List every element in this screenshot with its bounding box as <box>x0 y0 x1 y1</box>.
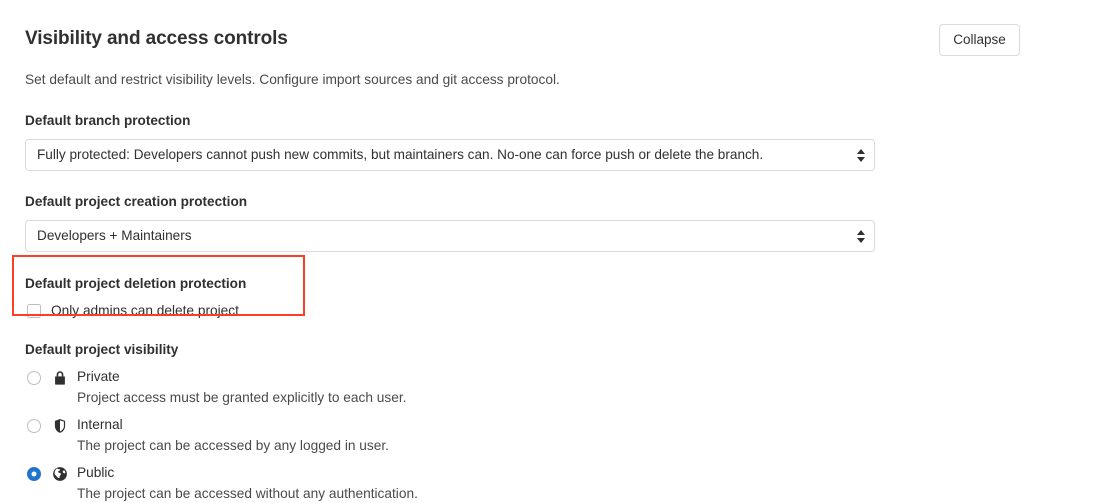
field-deletion-protection: Default project deletion protection Only… <box>25 275 1093 320</box>
private-title: Private <box>77 368 406 386</box>
public-title: Public <box>77 464 418 482</box>
creation-protection-select-wrap: Developers + Maintainers <box>25 220 875 252</box>
branch-protection-select-wrap: Fully protected: Developers cannot push … <box>25 139 875 171</box>
internal-title: Internal <box>77 416 389 434</box>
field-project-visibility: Default project visibility Private Proje… <box>25 341 1093 503</box>
page-title: Visibility and access controls <box>25 22 1093 52</box>
branch-protection-label: Default branch protection <box>25 112 1093 130</box>
private-texts: Private Project access must be granted e… <box>77 368 406 407</box>
lock-icon <box>52 370 68 386</box>
radio-public[interactable] <box>27 467 41 481</box>
internal-texts: Internal The project can be accessed by … <box>77 416 389 455</box>
only-admins-delete-checkbox[interactable] <box>27 304 41 318</box>
only-admins-delete-label: Only admins can delete project <box>51 302 239 320</box>
field-creation-protection: Default project creation protection Deve… <box>25 193 1093 252</box>
panel-header: Visibility and access controls Collapse <box>25 22 1093 62</box>
public-description: The project can be accessed without any … <box>77 484 418 503</box>
deletion-protection-label: Default project deletion protection <box>25 275 1093 293</box>
collapse-button[interactable]: Collapse <box>939 24 1020 56</box>
panel-subtitle: Set default and restrict visibility leve… <box>25 70 1093 90</box>
creation-protection-label: Default project creation protection <box>25 193 1093 211</box>
deletion-protection-checkbox-row[interactable]: Only admins can delete project <box>25 302 1093 320</box>
radio-internal[interactable] <box>27 419 41 433</box>
shield-icon <box>52 418 68 434</box>
creation-protection-select[interactable]: Developers + Maintainers <box>25 220 875 252</box>
public-texts: Public The project can be accessed witho… <box>77 464 418 503</box>
field-branch-protection: Default branch protection Fully protecte… <box>25 112 1093 171</box>
branch-protection-select[interactable]: Fully protected: Developers cannot push … <box>25 139 875 171</box>
visibility-access-controls-panel: Visibility and access controls Collapse … <box>0 0 1117 502</box>
private-description: Project access must be granted explicitl… <box>77 388 406 407</box>
visibility-option-public[interactable]: Public The project can be accessed witho… <box>25 464 1093 503</box>
internal-description: The project can be accessed by any logge… <box>77 436 389 455</box>
globe-icon <box>52 466 68 482</box>
project-visibility-label: Default project visibility <box>25 341 1093 359</box>
visibility-option-internal[interactable]: Internal The project can be accessed by … <box>25 416 1093 455</box>
radio-private[interactable] <box>27 371 41 385</box>
visibility-option-private[interactable]: Private Project access must be granted e… <box>25 368 1093 407</box>
